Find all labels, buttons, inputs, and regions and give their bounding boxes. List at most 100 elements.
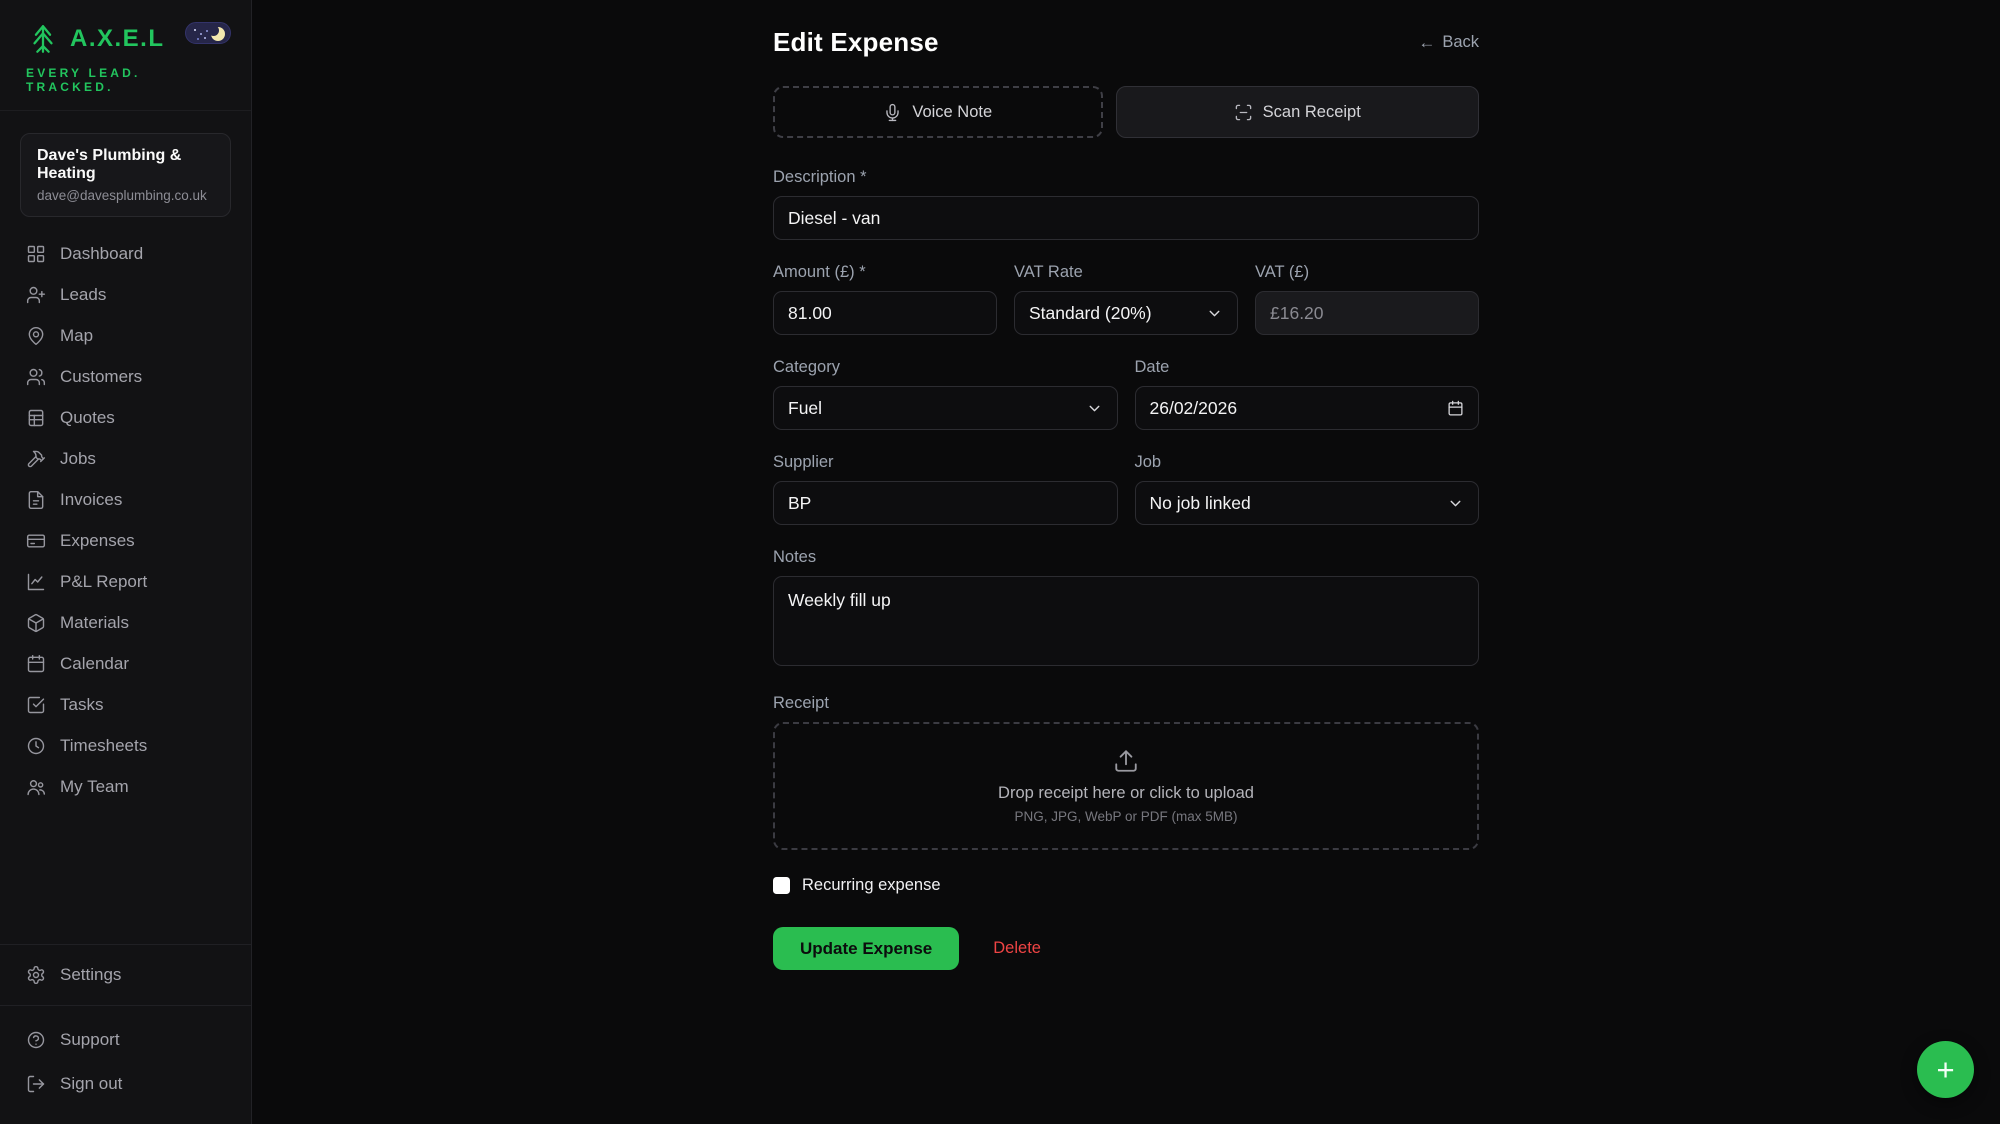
notes-field: Notes Weekly fill up — [773, 548, 1479, 671]
sidebar-item-label: Sign out — [60, 1074, 122, 1094]
help-circle-icon — [26, 1030, 46, 1050]
sidebar-item-expenses[interactable]: Expenses — [0, 520, 251, 561]
scan-icon — [1234, 103, 1253, 122]
sidebar-item-label: Jobs — [60, 449, 96, 469]
supplier-label: Supplier — [773, 453, 1118, 472]
vat-rate-select[interactable]: Standard (20%) — [1014, 291, 1238, 335]
sidebar-item-label: Expenses — [60, 531, 135, 551]
theme-toggle[interactable] — [185, 22, 231, 44]
sidebar-item-invoices[interactable]: Invoices — [0, 479, 251, 520]
chevron-down-icon — [1447, 495, 1464, 512]
update-expense-button[interactable]: Update Expense — [773, 927, 959, 970]
recurring-row: Recurring expense — [773, 876, 1479, 895]
sidebar-item-leads[interactable]: Leads — [0, 274, 251, 315]
action-row: Voice Note Scan Receipt — [773, 86, 1479, 138]
microphone-icon — [883, 103, 902, 122]
sidebar-item-label: Calendar — [60, 654, 129, 674]
main-content: Edit Expense ← Back Voice Note Scan Rece… — [252, 0, 2000, 1124]
recurring-checkbox[interactable] — [773, 877, 790, 894]
delete-button[interactable]: Delete — [993, 939, 1041, 958]
sidebar-item-quotes[interactable]: Quotes — [0, 397, 251, 438]
sidebar-item-customers[interactable]: Customers — [0, 356, 251, 397]
user-email: dave@davesplumbing.co.uk — [37, 188, 214, 203]
vat-input — [1255, 291, 1479, 335]
line-chart-icon — [26, 572, 46, 592]
add-expense-fab[interactable]: + — [1917, 1041, 1974, 1098]
sidebar-item-label: Tasks — [60, 695, 103, 715]
sidebar-item-materials[interactable]: Materials — [0, 602, 251, 643]
description-input[interactable] — [773, 196, 1479, 240]
sidebar-item-timesheets[interactable]: Timesheets — [0, 725, 251, 766]
description-field: Description * — [773, 168, 1479, 240]
job-select[interactable]: No job linked — [1135, 481, 1480, 525]
map-pin-icon — [26, 326, 46, 346]
supplier-job-row: Supplier Job No job linked — [773, 453, 1479, 525]
sidebar-item-calendar[interactable]: Calendar — [0, 643, 251, 684]
chevron-down-icon — [1206, 305, 1223, 322]
calendar-picker-icon — [1447, 400, 1464, 417]
sidebar-item-label: Support — [60, 1030, 120, 1050]
sidebar-item-tasks[interactable]: Tasks — [0, 684, 251, 725]
stars-icon — [194, 29, 196, 31]
dropzone-text: Drop receipt here or click to upload — [998, 784, 1254, 803]
sidebar-bottom: Settings Support Sign out — [0, 944, 251, 1124]
amount-vat-row: Amount (£) * VAT Rate Standard (20%) VAT… — [773, 263, 1479, 335]
amount-input[interactable] — [773, 291, 997, 335]
notes-label: Notes — [773, 548, 1479, 567]
sidebar-item-jobs[interactable]: Jobs — [0, 438, 251, 479]
check-square-icon — [26, 695, 46, 715]
user-name: Dave's Plumbing & Heating — [37, 147, 214, 183]
sidebar-item-pnl-report[interactable]: P&L Report — [0, 561, 251, 602]
sidebar-item-label: Map — [60, 326, 93, 346]
sidebar-item-label: Invoices — [60, 490, 122, 510]
notes-textarea[interactable]: Weekly fill up — [773, 576, 1479, 666]
brand-name: A.X.E.L — [70, 25, 165, 53]
sidebar-item-label: Settings — [60, 965, 121, 985]
job-value: No job linked — [1150, 493, 1251, 514]
sidebar-item-my-team[interactable]: My Team — [0, 766, 251, 807]
page-title: Edit Expense — [773, 27, 939, 58]
sidebar-item-settings[interactable]: Settings — [0, 951, 251, 999]
sidebar-item-support[interactable]: Support — [0, 1018, 251, 1062]
amount-label: Amount (£) * — [773, 263, 997, 282]
job-label: Job — [1135, 453, 1480, 472]
voice-note-label: Voice Note — [912, 103, 992, 122]
vat-rate-value: Standard (20%) — [1029, 303, 1152, 324]
voice-note-button[interactable]: Voice Note — [773, 86, 1103, 138]
dropzone-formats: PNG, JPG, WebP or PDF (max 5MB) — [1014, 809, 1237, 824]
gear-icon — [26, 965, 46, 985]
category-date-row: Category Fuel Date 26/02/2026 — [773, 358, 1479, 430]
sidebar-item-sign-out[interactable]: Sign out — [0, 1062, 251, 1106]
sidebar-item-label: Leads — [60, 285, 106, 305]
vat-rate-label: VAT Rate — [1014, 263, 1238, 282]
sidebar-nav: Dashboard Leads Map Customers Quotes — [0, 233, 251, 807]
sidebar-item-label: Customers — [60, 367, 142, 387]
plus-icon: + — [1936, 1054, 1954, 1085]
receipt-dropzone[interactable]: Drop receipt here or click to upload PNG… — [773, 722, 1479, 850]
sidebar-item-dashboard[interactable]: Dashboard — [0, 233, 251, 274]
logo-section: A.X.E.L EVERY LEAD. TRACKED. — [0, 0, 251, 111]
category-select[interactable]: Fuel — [773, 386, 1118, 430]
sidebar-item-label: Quotes — [60, 408, 115, 428]
upload-icon — [1113, 748, 1139, 774]
chevron-down-icon — [1086, 400, 1103, 417]
scan-receipt-button[interactable]: Scan Receipt — [1116, 86, 1479, 138]
sidebar-item-map[interactable]: Map — [0, 315, 251, 356]
sidebar-item-label: P&L Report — [60, 572, 147, 592]
date-input[interactable]: 26/02/2026 — [1135, 386, 1480, 430]
calendar-icon — [26, 654, 46, 674]
date-value: 26/02/2026 — [1150, 398, 1238, 419]
back-button[interactable]: ← Back — [1418, 33, 1479, 53]
category-label: Category — [773, 358, 1118, 377]
credit-card-icon — [26, 531, 46, 551]
supplier-input[interactable] — [773, 481, 1118, 525]
user-plus-icon — [26, 285, 46, 305]
vat-label: VAT (£) — [1255, 263, 1479, 282]
description-label: Description * — [773, 168, 1479, 187]
user-card[interactable]: Dave's Plumbing & Heating dave@davesplum… — [20, 133, 231, 217]
back-arrow-icon: ← — [1418, 33, 1435, 53]
recurring-label: Recurring expense — [802, 876, 941, 895]
sidebar: A.X.E.L EVERY LEAD. TRACKED. Dave's Plum… — [0, 0, 252, 1124]
back-label: Back — [1442, 33, 1479, 52]
dashboard-grid-icon — [26, 244, 46, 264]
